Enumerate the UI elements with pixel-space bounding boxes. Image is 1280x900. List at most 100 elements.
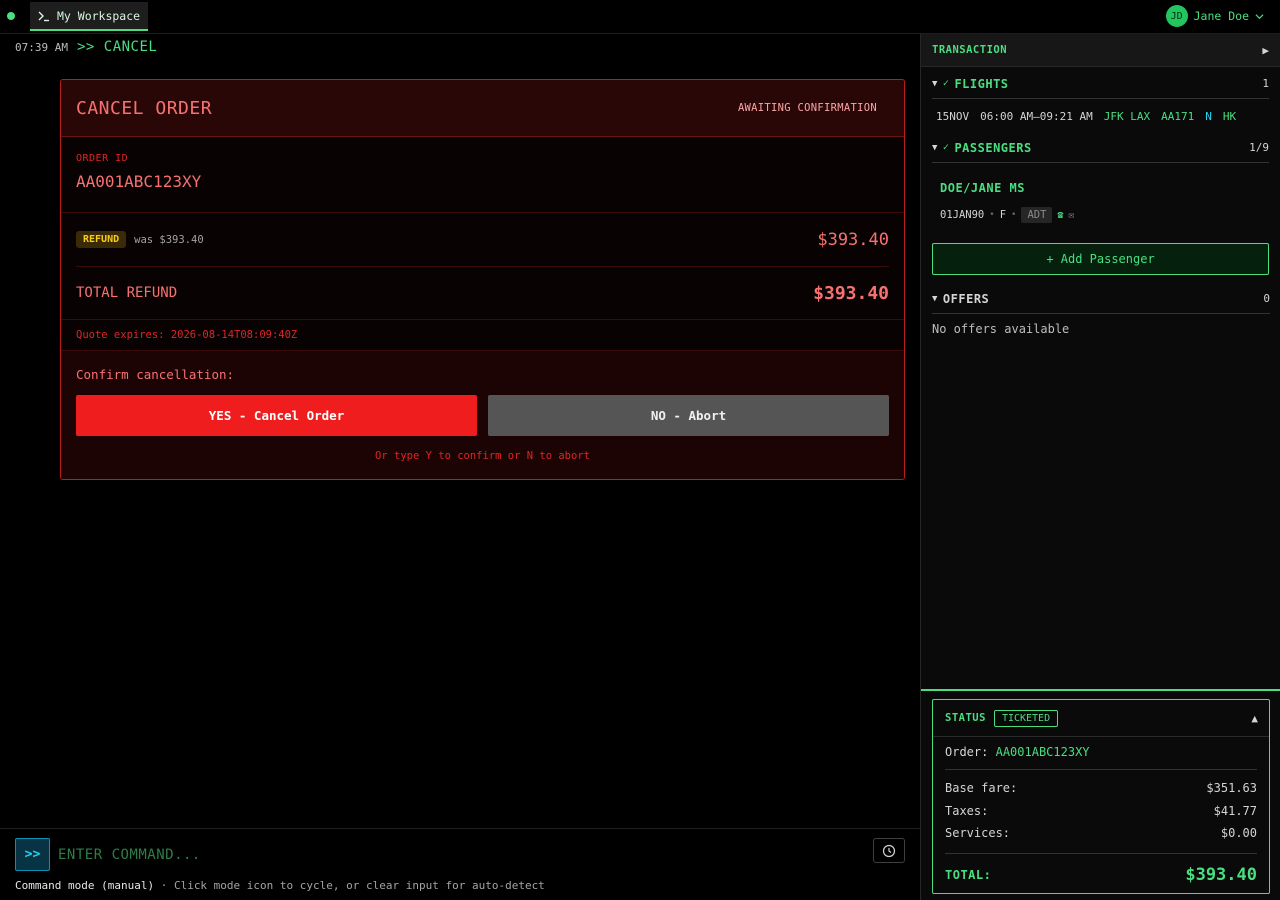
passenger-type-badge: ADT xyxy=(1021,207,1053,223)
fare-label: Taxes: xyxy=(945,803,989,818)
fare-value: $0.00 xyxy=(1220,826,1257,841)
cancel-card-header: CANCEL ORDER AWAITING CONFIRMATION xyxy=(61,80,904,137)
chevron-down-icon xyxy=(1255,13,1264,19)
phone-icon: ☎ xyxy=(1057,209,1064,221)
fare-row: Taxes: $41.77 xyxy=(945,800,1257,823)
command-input[interactable] xyxy=(58,838,858,871)
passenger-item[interactable]: DOE/JANE MS 01JAN90 • F • ADT ☎ ✉ xyxy=(932,163,1269,235)
total-refund-amount: $393.40 xyxy=(813,282,889,304)
status-label: STATUS xyxy=(945,712,986,724)
command-bar: >> Command mode (manual) · Click mode ic… xyxy=(0,828,920,900)
mail-icon: ✉ xyxy=(1068,209,1075,221)
offers-count: 0 xyxy=(1263,292,1270,305)
confirm-label: Confirm cancellation: xyxy=(76,367,235,382)
order-id-label: ORDER ID xyxy=(76,153,129,164)
add-passenger-button[interactable]: + Add Passenger xyxy=(932,243,1269,275)
total-refund-label: TOTAL REFUND xyxy=(76,285,178,301)
expand-arrow-icon: ▼ xyxy=(932,293,938,304)
confirm-hint: Or type Y to confirm or N to abort xyxy=(375,450,590,462)
confirm-cancel-button[interactable]: YES - Cancel Order xyxy=(76,395,477,436)
check-icon: ✓ xyxy=(942,142,950,153)
check-icon: ✓ xyxy=(942,78,950,89)
fare-breakdown: Base fare: $351.63 Taxes: $41.77 Service… xyxy=(945,770,1257,854)
separator-dot: • xyxy=(1011,210,1017,220)
history-button[interactable] xyxy=(873,838,905,863)
confirm-section: Confirm cancellation: YES - Cancel Order… xyxy=(61,351,904,479)
flight-status: HK xyxy=(1222,109,1237,123)
flight-date: 15NOV xyxy=(936,109,970,123)
expand-arrow-icon: ▼ xyxy=(932,78,938,89)
refund-row: REFUND was $393.40 $393.40 xyxy=(76,213,889,267)
cancel-card-title: CANCEL ORDER xyxy=(76,97,213,119)
flight-class: N xyxy=(1205,109,1212,123)
status-header[interactable]: STATUS TICKETED ▲ xyxy=(933,700,1269,737)
status-total-label: TOTAL: xyxy=(945,867,992,882)
command-text: >> CANCEL xyxy=(76,39,158,55)
tab-my-workspace[interactable]: My Workspace xyxy=(30,2,149,31)
transaction-sidebar: TRANSACTION ▶ ▼ ✓ FLIGHTS 1 15NOV 06:00 … xyxy=(920,34,1280,900)
passenger-dob: 01JAN90 xyxy=(940,209,985,221)
flight-time: 06:00 AM–09:21 AM xyxy=(980,109,1093,123)
fare-value: $351.63 xyxy=(1206,781,1257,796)
fare-row: Services: $0.00 xyxy=(945,822,1257,845)
connection-status-dot xyxy=(7,12,15,20)
quote-expiry: Quote expires: 2026-08-14T08:09:40Z xyxy=(61,320,904,351)
fare-label: Base fare: xyxy=(945,781,1018,796)
top-bar: My Workspace JD Jane Doe xyxy=(0,0,1280,34)
offers-empty-message: No offers available xyxy=(932,322,1070,336)
flights-count: 1 xyxy=(1262,77,1269,90)
refund-was-amount: was $393.40 xyxy=(134,233,204,246)
mode-name: Command mode (manual) xyxy=(15,879,155,892)
clock-icon xyxy=(882,844,896,857)
fare-row: Base fare: $351.63 xyxy=(945,777,1257,800)
avatar: JD xyxy=(1165,5,1188,27)
expand-arrow-icon: ▼ xyxy=(932,142,938,153)
passenger-gender: F xyxy=(999,209,1007,221)
status-order-line: Order: AA001ABC123XY xyxy=(945,745,1257,770)
command-log-entry: 07:39 AM >> CANCEL xyxy=(15,39,157,55)
status-total-amount: $393.40 xyxy=(1185,864,1257,885)
collapse-icon[interactable]: ▲ xyxy=(1251,712,1258,725)
status-badge: TICKETED xyxy=(993,709,1059,727)
cancel-status-label: AWAITING CONFIRMATION xyxy=(737,102,877,114)
total-refund-row: TOTAL REFUND $393.40 xyxy=(61,267,904,320)
refund-badge: REFUND xyxy=(76,231,127,248)
flight-segment-row[interactable]: 15NOV 06:00 AM–09:21 AM JFK LAX AA171 N … xyxy=(932,99,1269,133)
main-panel: 07:39 AM >> CANCEL CANCEL ORDER AWAITING… xyxy=(0,34,920,900)
mode-hint-text: · Click mode icon to cycle, or clear inp… xyxy=(154,879,545,892)
terminal-icon xyxy=(38,11,49,21)
offers-section: ▼ OFFERS 0 No offers available xyxy=(921,284,1280,336)
flights-section-header[interactable]: ▼ ✓ FLIGHTS 1 xyxy=(932,69,1269,99)
sidebar-title: TRANSACTION xyxy=(932,44,1008,56)
status-order-label: Order: xyxy=(945,745,989,759)
fare-label: Services: xyxy=(945,826,1011,841)
flights-section-title: FLIGHTS xyxy=(954,76,1009,91)
order-id-section: ORDER ID AA001ABC123XY xyxy=(61,137,904,213)
passengers-section-title: PASSENGERS xyxy=(954,140,1032,155)
command-mode-hint: Command mode (manual) · Click mode icon … xyxy=(15,879,545,892)
passenger-name: DOE/JANE MS xyxy=(940,181,1025,195)
passengers-count: 1/9 xyxy=(1249,141,1269,154)
status-panel: STATUS TICKETED ▲ Order: AA001ABC123XY B… xyxy=(921,689,1280,900)
command-timestamp: 07:39 AM xyxy=(15,41,68,54)
flight-route: JFK LAX xyxy=(1103,109,1151,123)
tab-label: My Workspace xyxy=(57,8,141,23)
flight-number: AA171 xyxy=(1161,109,1195,123)
offers-section-header[interactable]: ▼ OFFERS 0 xyxy=(932,284,1270,314)
status-box: STATUS TICKETED ▲ Order: AA001ABC123XY B… xyxy=(932,699,1270,894)
sidebar-collapse-icon[interactable]: ▶ xyxy=(1262,44,1269,57)
status-order-value: AA001ABC123XY xyxy=(995,745,1090,759)
fare-value: $41.77 xyxy=(1213,803,1257,818)
refund-amount: $393.40 xyxy=(817,229,889,250)
command-mode-button[interactable]: >> xyxy=(15,838,50,871)
user-menu[interactable]: JD Jane Doe xyxy=(1165,5,1264,27)
user-name: Jane Doe xyxy=(1193,9,1249,23)
cancel-order-card: CANCEL ORDER AWAITING CONFIRMATION ORDER… xyxy=(60,79,905,480)
order-id-value: AA001ABC123XY xyxy=(76,172,202,191)
status-total-row: TOTAL: $393.40 xyxy=(945,854,1257,896)
passengers-section-header[interactable]: ▼ ✓ PASSENGERS 1/9 xyxy=(932,133,1269,163)
separator-dot: • xyxy=(989,210,995,220)
offers-section-title: OFFERS xyxy=(942,291,990,306)
abort-button[interactable]: NO - Abort xyxy=(488,395,889,436)
sidebar-header: TRANSACTION ▶ xyxy=(921,34,1280,67)
